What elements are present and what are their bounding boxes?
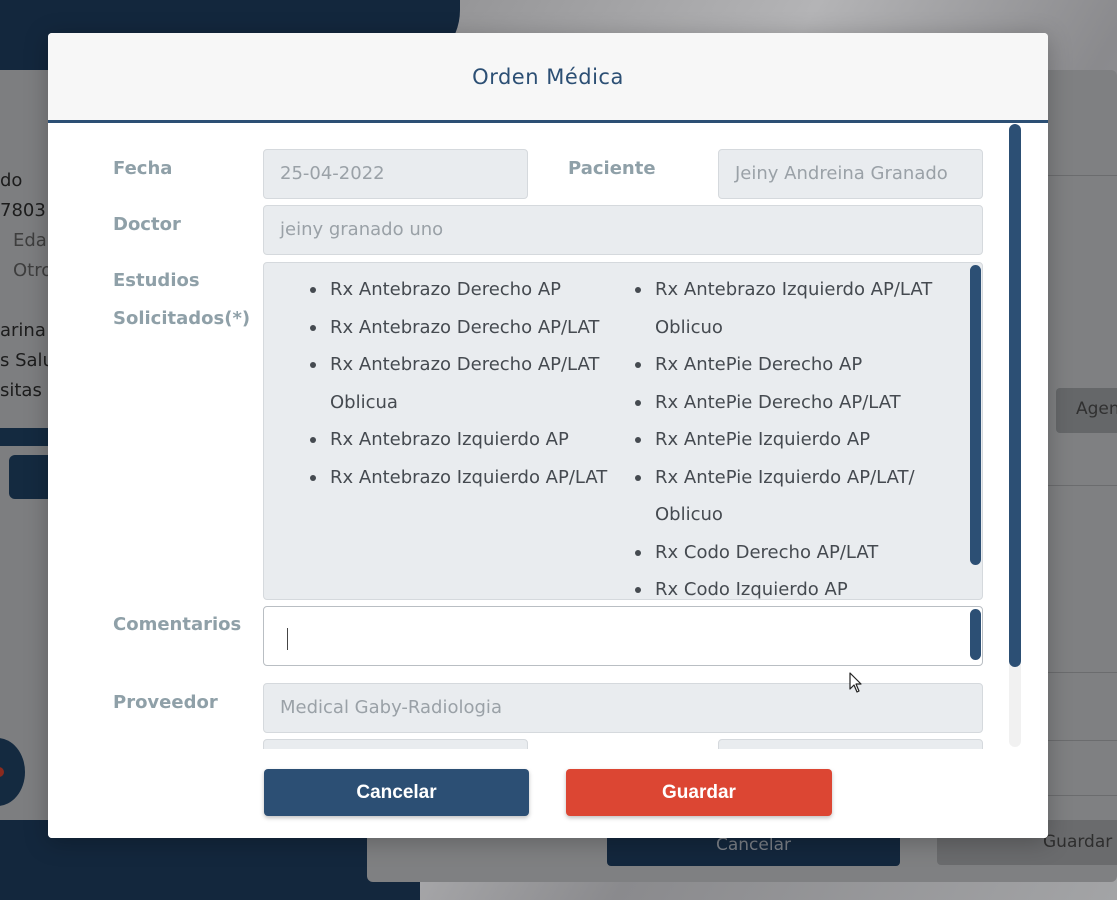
studies-list[interactable]: Rx Antebrazo Derecho AP Rx Antebrazo Dere… [263,262,983,600]
study-item[interactable]: Rx AntePie Izquierdo AP/LAT/ Oblicuo [635,459,965,534]
study-item[interactable]: Rx AntePie Derecho AP [635,346,965,384]
next-field-left[interactable] [263,739,528,749]
study-item[interactable]: Rx Codo Derecho AP/LAT [635,534,965,572]
paciente-field[interactable]: Jeiny Andreina Granado [718,149,983,199]
next-field-right[interactable] [718,739,983,749]
study-item[interactable]: Rx Antebrazo Izquierdo AP/LAT [310,459,620,497]
study-item[interactable]: Rx Antebrazo Izquierdo AP [310,421,620,459]
study-item[interactable]: Rx Antebrazo Izquierdo AP/LAT Oblicuo [635,271,965,346]
paciente-label: Paciente [568,158,656,179]
save-button[interactable]: Guardar [566,769,832,816]
fecha-label: Fecha [113,158,173,179]
studies-scrollbar[interactable] [970,265,981,565]
modal-header: Orden Médica [48,33,1048,123]
background-divider [1048,175,1117,176]
background-agendar-button: Agen [1056,388,1117,433]
background-text: sitas [0,380,42,401]
studies-column-2: Rx Antebrazo Izquierdo AP/LAT Oblicuo Rx … [635,271,965,599]
background-text: do [0,170,23,191]
study-item[interactable]: Rx Antebrazo Derecho AP/LAT Oblicua [310,346,620,421]
background-divider [1048,672,1117,673]
estudios-label-line2: Solicitados(*) [113,308,251,329]
study-item[interactable]: Rx AntePie Derecho AP/LAT [635,384,965,422]
study-item[interactable]: Rx AntePie Izquierdo AP [635,421,965,459]
background-divider [1048,795,1117,796]
modal-scrollbar-thumb[interactable] [1009,124,1021,667]
doctor-label: Doctor [113,214,181,235]
medical-order-modal: Orden Médica Fecha 25-04-2022 Paciente J… [48,33,1048,838]
background-divider [1048,740,1117,741]
mouse-cursor-icon [849,672,862,693]
background-text: 7803 [0,200,46,221]
studies-column-1: Rx Antebrazo Derecho AP Rx Antebrazo Dere… [310,271,620,496]
modal-title: Orden Médica [472,65,624,89]
modal-footer: Cancelar Guardar [48,749,1048,838]
study-item[interactable]: Rx Antebrazo Derecho AP [310,271,620,309]
study-item[interactable]: Rx Codo Izquierdo AP [635,571,965,599]
studies-list-viewport[interactable]: Rx Antebrazo Derecho AP Rx Antebrazo Dere… [264,263,970,599]
proveedor-field[interactable]: Medical Gaby-Radiologia [263,683,983,733]
study-item[interactable]: Rx Antebrazo Derecho AP/LAT [310,309,620,347]
fecha-field[interactable]: 25-04-2022 [263,149,528,199]
comentarios-textarea[interactable] [263,606,983,666]
background-text: Otro [13,260,53,281]
estudios-label: Estudios [113,270,200,291]
text-caret [287,628,288,650]
comentarios-scrollbar[interactable] [970,609,981,660]
modal-body[interactable]: Fecha 25-04-2022 Paciente Jeiny Andreina… [48,123,1048,749]
comentarios-label: Comentarios [113,614,242,635]
cancel-button[interactable]: Cancelar [264,769,529,816]
background-text: s Salu [0,350,54,371]
doctor-field[interactable]: jeiny granado uno [263,205,983,255]
background-text: Eda [13,230,47,251]
proveedor-label: Proveedor [113,692,218,713]
background-text: arina [0,320,46,341]
background-divider [1048,485,1117,486]
